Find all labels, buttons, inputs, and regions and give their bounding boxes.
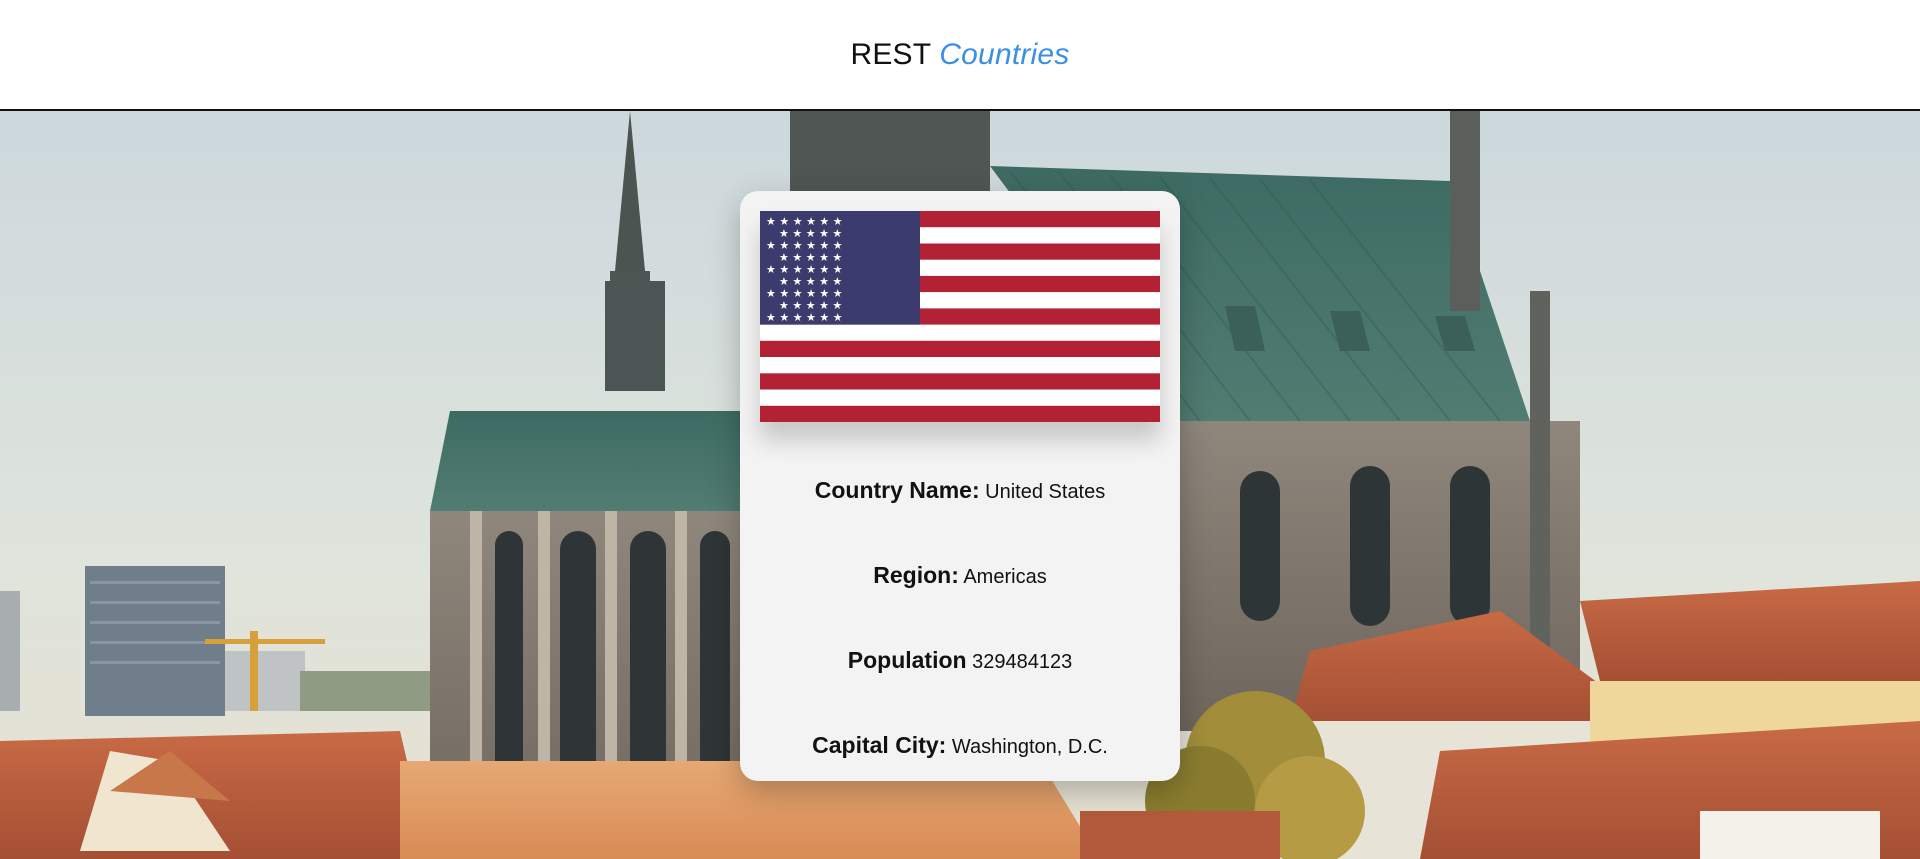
capital-label: Capital City:: [812, 732, 947, 758]
country-name-label: Country Name:: [814, 477, 980, 503]
country-flag: ★ ★ ★ ★ ★ ★ ★ ★ ★ ★ ★ ★ ★ ★ ★ ★ ★ ★ ★ ★ …: [760, 211, 1160, 422]
capital-value: Washington, D.C.: [951, 736, 1108, 758]
us-flag-icon: ★ ★ ★ ★ ★ ★ ★ ★ ★ ★ ★ ★ ★ ★ ★ ★ ★ ★ ★ ★ …: [760, 211, 1160, 422]
country-name-value: United States: [985, 481, 1106, 503]
region-label: Region:: [873, 562, 959, 588]
site-title-main: REST: [850, 37, 931, 71]
country-name-row: Country Name: United States: [740, 477, 1180, 504]
svg-text:★ ★ ★ ★ ★ ★: ★ ★ ★ ★ ★ ★: [766, 311, 843, 324]
site-title[interactable]: REST Countries: [850, 38, 1069, 72]
population-value: 329484123: [972, 651, 1073, 673]
country-card: ★ ★ ★ ★ ★ ★ ★ ★ ★ ★ ★ ★ ★ ★ ★ ★ ★ ★ ★ ★ …: [740, 191, 1180, 781]
site-header: REST Countries: [0, 0, 1920, 111]
capital-row: Capital City: Washington, D.C.: [740, 732, 1180, 759]
population-label: Population: [847, 647, 967, 673]
region-row: Region: Americas: [740, 562, 1180, 589]
population-row: Population 329484123: [740, 647, 1180, 674]
site-title-accent: Countries: [939, 37, 1070, 71]
region-value: Americas: [963, 566, 1047, 588]
